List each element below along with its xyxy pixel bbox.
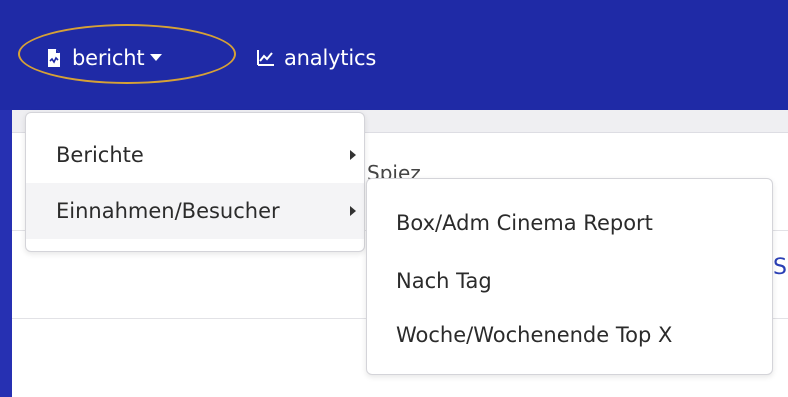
nav-bericht-label: bericht <box>72 46 145 70</box>
submenu-item-label: Nach Tag <box>396 269 492 293</box>
top-navbar: bericht analytics <box>0 0 788 110</box>
nav-analytics[interactable]: analytics <box>256 40 376 76</box>
menu-item-berichte[interactable]: Berichte <box>26 127 364 183</box>
submenu-item-label: Woche/Wochenende Top X <box>396 323 673 347</box>
line-chart-icon <box>256 48 276 68</box>
submenu-item-label: Box/Adm Cinema Report <box>396 211 653 235</box>
menu-item-label: Berichte <box>56 143 144 167</box>
einnahmen-submenu: Box/Adm Cinema Report Nach Tag Woche/Woc… <box>366 178 773 375</box>
chevron-right-icon <box>350 150 356 160</box>
bericht-dropdown-menu: Berichte Einnahmen/Besucher <box>25 112 365 252</box>
menu-item-label: Einnahmen/Besucher <box>56 199 280 223</box>
app-screen: bericht analytics Spiez S Berichte Einna… <box>0 0 788 397</box>
submenu-item-woche-top-x[interactable]: Woche/Wochenende Top X <box>367 307 772 363</box>
nav-analytics-label: analytics <box>284 46 377 70</box>
menu-item-einnahmen-besucher[interactable]: Einnahmen/Besucher <box>26 183 364 239</box>
submenu-item-box-adm[interactable]: Box/Adm Cinema Report <box>367 195 772 251</box>
nav-bericht[interactable]: bericht <box>44 40 163 76</box>
page-link-fragment[interactable]: S <box>773 255 787 280</box>
file-chart-icon <box>44 48 64 68</box>
submenu-item-nach-tag[interactable]: Nach Tag <box>367 253 772 309</box>
chevron-right-icon <box>350 206 356 216</box>
chevron-down-icon <box>150 53 163 61</box>
